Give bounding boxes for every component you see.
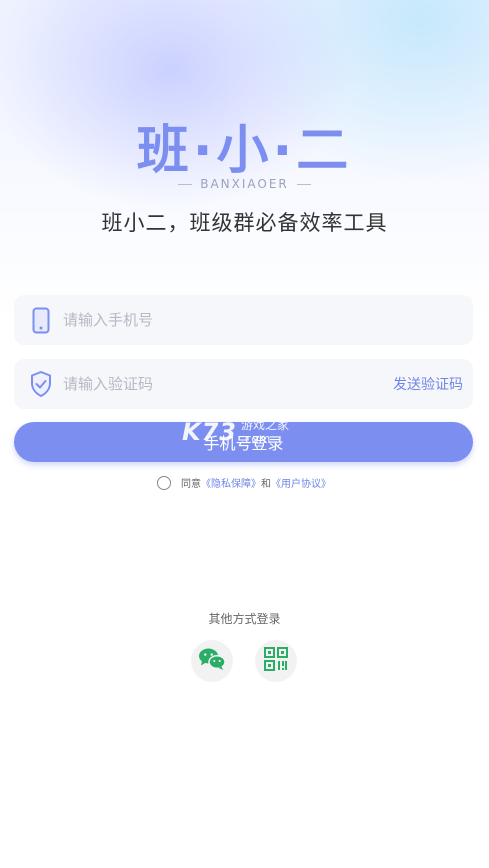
code-field[interactable]: 发送验证码 — [14, 358, 473, 410]
slogan: 班小二，班级群必备效率工具 — [101, 211, 388, 235]
phone-field[interactable] — [14, 294, 473, 346]
phone-input[interactable] — [61, 294, 473, 346]
qr-login-button[interactable] — [255, 640, 297, 682]
logo-divider-right — [296, 183, 311, 185]
app-logo: 班·小·二 — [136, 121, 353, 181]
logo-subtitle: BANXIAOER — [0, 177, 489, 191]
agreement-checkbox[interactable] — [157, 475, 171, 490]
agreement-prefix: 同意 — [181, 479, 201, 490]
qr-code-icon — [264, 647, 288, 675]
phone-login-button[interactable]: 手机号登录 — [14, 422, 473, 462]
phone-icon — [29, 306, 53, 334]
shield-check-icon — [29, 370, 53, 398]
privacy-link[interactable]: 《隐私保障》 — [201, 475, 261, 490]
other-login-label: 其他方式登录 — [208, 612, 281, 626]
wechat-icon — [198, 647, 226, 675]
logo-divider-left — [178, 183, 193, 185]
agreement-row: 同意 《隐私保障》 和 《用户协议》 — [157, 475, 331, 490]
agreement-and: 和 — [261, 479, 271, 490]
logo-subtitle-text: BANXIAOER — [200, 177, 289, 191]
code-input[interactable] — [61, 358, 393, 410]
send-code-button[interactable]: 发送验证码 — [393, 374, 463, 394]
terms-link[interactable]: 《用户协议》 — [271, 475, 331, 490]
wechat-login-button[interactable] — [191, 640, 233, 682]
